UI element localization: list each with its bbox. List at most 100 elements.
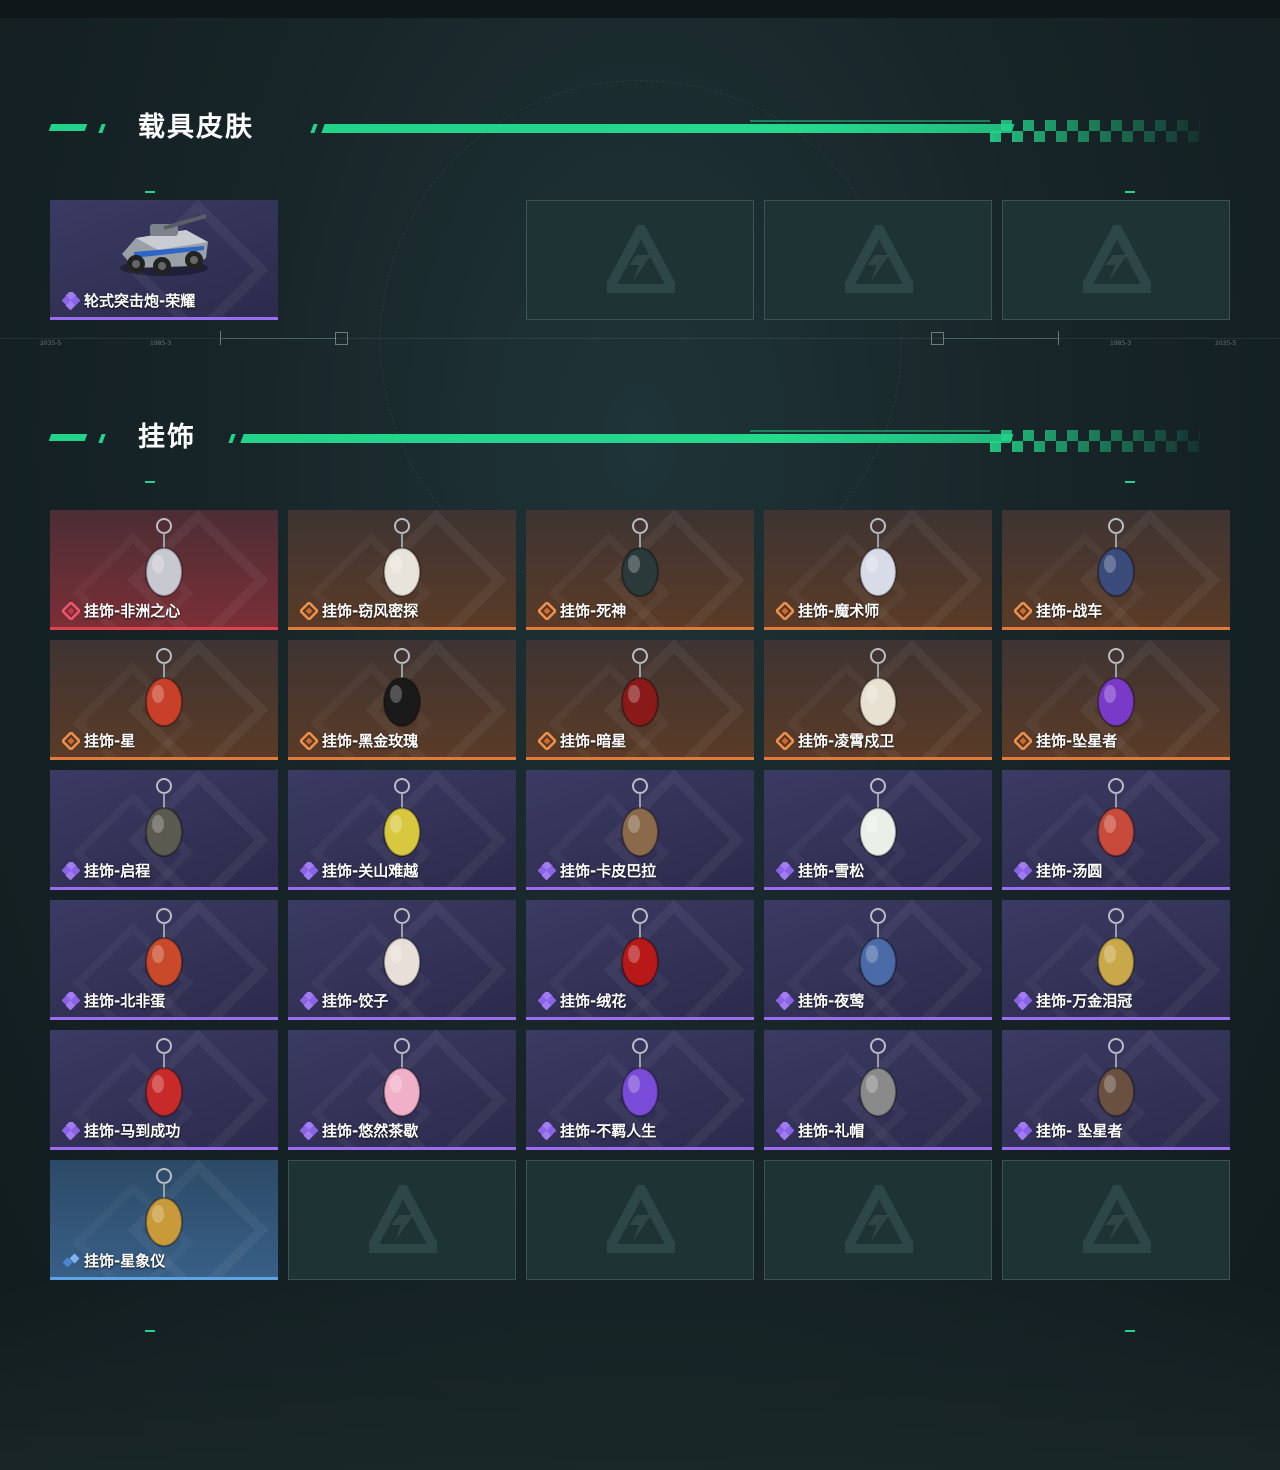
item-name: 挂饰-非洲之心 — [84, 602, 181, 620]
item-card[interactable]: 挂饰-魔术师 — [764, 510, 992, 630]
item-name: 挂饰-北非蛋 — [84, 992, 166, 1010]
empty-slot — [1002, 200, 1230, 320]
armored-car-icon — [120, 214, 208, 276]
item-name: 挂饰-星象仪 — [84, 1252, 166, 1270]
item-card[interactable]: 挂饰-礼帽 — [764, 1030, 992, 1150]
item-name: 挂饰-万金泪冠 — [1036, 992, 1133, 1010]
item-name: 挂饰-关山难越 — [322, 862, 419, 880]
rarity-purple-icon — [538, 991, 556, 1010]
item-card[interactable]: 挂饰-夜莺 — [764, 900, 992, 1020]
header-checker-pattern — [990, 120, 1200, 142]
rarity-orange-icon — [538, 601, 556, 620]
header-accent-tick — [98, 434, 106, 443]
cupcake-pendant-icon — [383, 1038, 421, 1117]
header-checker-pattern — [990, 430, 1200, 452]
dark-star-pendant-icon — [621, 648, 659, 727]
emblem-pendant-icon — [145, 778, 183, 857]
corner-marker — [145, 191, 155, 193]
item-name: 挂饰-启程 — [84, 862, 151, 880]
astrolabe-pendant-icon — [145, 1168, 183, 1247]
guard-pendant-icon — [859, 648, 897, 727]
item-name: 挂饰-夜莺 — [798, 992, 865, 1010]
item-name: 挂饰-暗星 — [560, 732, 627, 750]
item-card[interactable]: 挂饰-星象仪 — [50, 1160, 278, 1280]
item-card[interactable]: 挂饰-不羁人生 — [526, 1030, 754, 1150]
shakshuka-pendant-icon — [145, 908, 183, 987]
item-card[interactable]: 挂饰-死神 — [526, 510, 754, 630]
game-logo-icon — [607, 225, 675, 293]
black-gold-rose-pendant-icon — [383, 648, 421, 727]
item-card[interactable]: 挂饰-万金泪冠 — [1002, 900, 1230, 1020]
item-name: 挂饰-饺子 — [322, 992, 389, 1010]
corner-marker — [1125, 191, 1135, 193]
rarity-purple-icon — [1014, 991, 1032, 1010]
item-card[interactable]: 挂饰-汤圆 — [1002, 770, 1230, 890]
item-card[interactable]: 挂饰-非洲之心 — [50, 510, 278, 630]
item-card[interactable]: 挂饰-马到成功 — [50, 1030, 278, 1150]
rarity-purple-icon — [538, 1121, 556, 1140]
item-card[interactable]: 挂饰-暗星 — [526, 640, 754, 760]
header-accent-line — [321, 124, 1015, 133]
item-card[interactable]: 挂饰-绒花 — [526, 900, 754, 1020]
item-name: 挂饰-雪松 — [798, 862, 865, 880]
item-card[interactable]: 挂饰-黑金玫瑰 — [288, 640, 516, 760]
corner-marker — [1125, 481, 1135, 483]
header-accent-line — [240, 434, 1014, 443]
magician-card-pendant-icon — [859, 518, 897, 597]
item-card[interactable]: 挂饰-凌霄戍卫 — [764, 640, 992, 760]
header-accent-bar — [48, 434, 88, 441]
game-logo-icon — [607, 1185, 675, 1253]
item-name: 挂饰-窃风密探 — [322, 602, 419, 620]
rarity-purple-icon — [776, 1121, 794, 1140]
rarity-purple-icon — [776, 991, 794, 1010]
item-card[interactable]: 挂饰-北非蛋 — [50, 900, 278, 1020]
top-strip — [0, 0, 1280, 18]
rarity-purple-icon — [62, 861, 80, 880]
item-card[interactable]: 挂饰-坠星者 — [1002, 640, 1230, 760]
hud-label: 2035-5 — [1215, 340, 1237, 347]
item-card[interactable]: 轮式突击炮-荣耀 — [50, 200, 278, 320]
item-card[interactable]: 挂饰-关山难越 — [288, 770, 516, 890]
hud-tick — [1058, 331, 1059, 345]
item-name: 挂饰-汤圆 — [1036, 862, 1103, 880]
item-card[interactable]: 挂饰-卡皮巴拉 — [526, 770, 754, 890]
rarity-orange-icon — [1014, 731, 1032, 750]
fedora-hat-pendant-icon — [859, 1038, 897, 1117]
item-card[interactable]: 挂饰-雪松 — [764, 770, 992, 890]
pendant-section-title: 挂饰 — [138, 422, 196, 453]
header-accent-tick — [228, 434, 236, 443]
red-flower-pendant-icon — [621, 908, 659, 987]
rarity-red-icon — [62, 601, 80, 620]
rarity-purple-icon — [62, 1121, 80, 1140]
item-card[interactable]: 挂饰-战车 — [1002, 510, 1230, 630]
item-name: 挂饰-星 — [84, 732, 136, 750]
item-card[interactable]: 挂饰-星 — [50, 640, 278, 760]
pendant-section-header: 挂饰 — [48, 418, 1210, 458]
header-accent-bar — [48, 124, 88, 131]
hud-tick — [220, 331, 221, 345]
item-card[interactable]: 挂饰- 坠星者 — [1002, 1030, 1230, 1150]
game-logo-icon — [845, 1185, 913, 1253]
item-name: 挂饰- 坠星者 — [1036, 1122, 1123, 1140]
hud-square — [335, 332, 348, 345]
item-card[interactable]: 挂饰-悠然茶歇 — [288, 1030, 516, 1150]
item-name: 挂饰-马到成功 — [84, 1122, 181, 1140]
rarity-purple-icon — [300, 1121, 318, 1140]
item-card[interactable]: 挂饰-启程 — [50, 770, 278, 890]
hud-label: 2035-5 — [40, 340, 62, 347]
rarity-purple-icon — [776, 861, 794, 880]
item-card[interactable]: 挂饰-饺子 — [288, 900, 516, 1020]
item-card[interactable]: 挂饰-窃风密探 — [288, 510, 516, 630]
empty-slot — [1002, 1160, 1230, 1280]
item-name: 挂饰-绒花 — [560, 992, 627, 1010]
crown-pendant-icon — [1097, 908, 1135, 987]
rarity-purple-icon — [1014, 861, 1032, 880]
rarity-orange-icon — [300, 601, 318, 620]
feather-pendant-icon — [859, 908, 897, 987]
rarity-purple-icon — [300, 861, 318, 880]
item-name: 挂饰-魔术师 — [798, 602, 880, 620]
empty-slot — [526, 1160, 754, 1280]
rarity-blue-icon — [62, 1253, 80, 1267]
rarity-orange-icon — [62, 731, 80, 750]
background-city — [0, 1280, 1280, 1470]
